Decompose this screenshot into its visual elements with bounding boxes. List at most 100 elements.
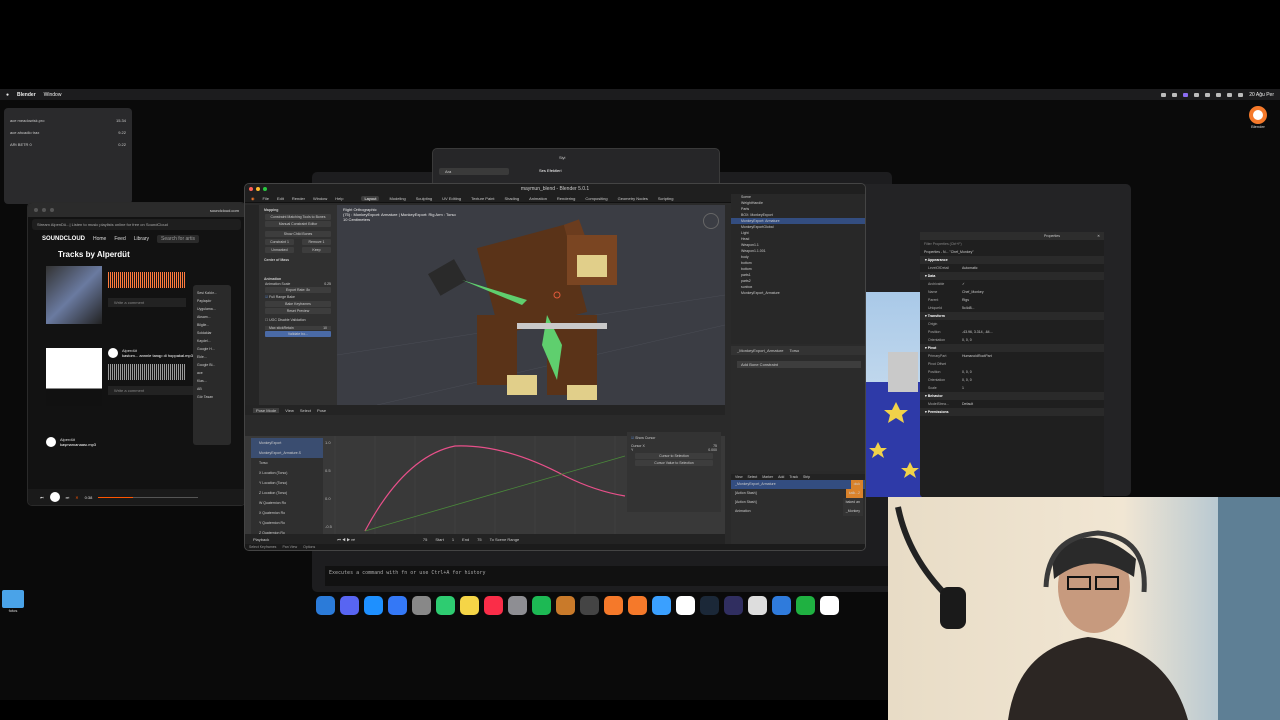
chrome-icon[interactable]	[820, 595, 839, 615]
nla-menu-item[interactable]: Track	[789, 475, 798, 479]
nla-menu-item[interactable]: Select	[748, 475, 758, 479]
previous-icon[interactable]: ⏮	[40, 495, 44, 500]
minimize-button[interactable]	[256, 187, 260, 191]
track-title[interactable]: kaşmanıanaası.mp3	[60, 442, 96, 447]
game-viewport[interactable]	[866, 292, 922, 497]
status-icon[interactable]	[1194, 92, 1200, 97]
add-bone-constraint-button[interactable]: Add Bone Constraint	[737, 361, 861, 368]
property-row[interactable]: Pivot Offset	[920, 360, 1104, 368]
nla-track[interactable]: Animation _Monkey	[731, 507, 865, 516]
address-bar[interactable]: Stream AlpenDü...| Listen to music playl…	[32, 219, 241, 230]
property-value[interactable]: 1	[962, 386, 964, 390]
property-row[interactable]: Origin	[920, 320, 1104, 328]
notes-icon[interactable]	[460, 595, 479, 615]
menu-view[interactable]: View	[285, 408, 294, 413]
tool-icon[interactable]	[556, 595, 575, 615]
property-value[interactable]: 0, 0, 0	[962, 338, 972, 342]
full-range-checkbox[interactable]: ☑ Full Range Bake	[261, 294, 335, 300]
zoom-button[interactable]	[50, 208, 54, 212]
blender-icon[interactable]	[628, 595, 647, 615]
tab-workspace[interactable]: Geometry Nodes	[618, 196, 648, 201]
property-row[interactable]: UniqueId 5c4d8...	[920, 304, 1104, 312]
menubar-app-name[interactable]: Blender	[17, 92, 36, 98]
menu-edit[interactable]: Edit	[277, 196, 284, 201]
nla-menu-item[interactable]: Strip	[803, 475, 810, 479]
reset-button[interactable]: Reset Preview	[265, 308, 331, 314]
blender-icon[interactable]	[604, 595, 623, 615]
context-menu-item[interactable]: Google Bi...	[197, 361, 227, 369]
property-value[interactable]: HumanoidRootPart	[962, 354, 992, 358]
list-item[interactable]: ace meadowisk.pro 15.34	[10, 114, 126, 126]
validate-button[interactable]: Validate bo...	[265, 331, 331, 337]
minimize-button[interactable]	[42, 208, 46, 212]
play-button[interactable]	[108, 348, 118, 358]
property-value[interactable]: ✓	[962, 282, 965, 286]
property-row[interactable]: Archivable ✓	[920, 280, 1104, 288]
property-section-header[interactable]: ▾ Permissions	[920, 408, 1104, 416]
nla-menu-item[interactable]: Add	[778, 475, 784, 479]
tab-workspace[interactable]: Texture Paint	[471, 196, 494, 201]
cursor-y-field[interactable]: Y 0.000	[631, 448, 717, 452]
section-header[interactable]: Center of Mass	[261, 254, 335, 263]
blender-logo-icon[interactable]: ◉	[251, 196, 255, 201]
status-icon[interactable]	[1205, 92, 1211, 97]
roblox-studio-icon[interactable]	[772, 595, 791, 615]
tab-workspace[interactable]: Rendering	[557, 196, 575, 201]
nla-strip[interactable]: kalk...2	[845, 489, 863, 498]
context-menu-item[interactable]: Google H...	[197, 345, 227, 353]
tab-workspace[interactable]: UV Editing	[442, 196, 461, 201]
play-button[interactable]	[49, 492, 60, 502]
context-menu-item[interactable]: ace	[197, 369, 227, 377]
track-waveform[interactable]	[108, 272, 186, 288]
show-child-bones-button[interactable]: Show Child Bones	[265, 231, 331, 237]
numbers-icon[interactable]	[796, 595, 815, 615]
outliner-item[interactable]: MonkeyExport_Armature	[731, 290, 865, 296]
track-cover[interactable]	[46, 266, 102, 324]
property-value[interactable]: 5c4d8...	[962, 306, 974, 310]
current-frame[interactable]: 75	[423, 537, 427, 542]
context-menu-item[interactable]: Kaydel...	[197, 337, 227, 345]
sidebar-tabs[interactable]	[245, 205, 259, 405]
shuffle-icon[interactable]: ✕	[75, 495, 78, 500]
constraint-toggle[interactable]: Constraint 1	[265, 239, 294, 245]
start-frame[interactable]: 1	[452, 537, 454, 542]
property-row[interactable]: ModelStrea... Default	[920, 400, 1104, 408]
context-menu-item[interactable]: Gör Tasarı	[197, 393, 227, 401]
property-value[interactable]: Default	[962, 402, 973, 406]
nav-home[interactable]: Home	[93, 236, 106, 242]
activity-icon[interactable]	[580, 595, 599, 615]
nla-menu-item[interactable]: Marker	[762, 475, 773, 479]
launchpad-icon[interactable]	[412, 595, 431, 615]
cursor-to-selection-button[interactable]: Cursor to Selection	[635, 453, 713, 459]
property-value[interactable]: 0, 0, 0	[962, 378, 972, 382]
tab-workspace[interactable]: Layout	[361, 195, 380, 201]
nla-menu-item[interactable]: View	[735, 475, 743, 479]
property-value[interactable]: Rigs	[962, 298, 969, 302]
nla-strip[interactable]: _Monkey	[842, 507, 863, 516]
properties-object[interactable]: _MonkeyExport_Armature	[737, 348, 783, 353]
property-row[interactable]: Position -43.96, 3.314, -64...	[920, 328, 1104, 336]
context-menu-item[interactable]: Uygulama...	[197, 305, 227, 313]
tab-workspace[interactable]: Sculpting	[416, 196, 432, 201]
property-row[interactable]: Position 0, 0, 0	[920, 368, 1104, 376]
search-input[interactable]: Ara	[439, 168, 509, 175]
channel-item[interactable]: Z Location (Torso)	[251, 488, 323, 498]
tab-workspace[interactable]: Scripting	[658, 196, 674, 201]
menu-help[interactable]: Help	[335, 196, 343, 201]
show-cursor-checkbox[interactable]: ☑ Show Cursor	[631, 436, 717, 440]
zoom-button[interactable]	[263, 187, 267, 191]
menubar-clock[interactable]: 20 Ağu Per	[1249, 92, 1274, 98]
channel-item[interactable]: Y Location (Torso)	[251, 478, 323, 488]
channel-item[interactable]: W Quaternion Ro	[251, 498, 323, 508]
nla-strip[interactable]: oluk	[850, 480, 863, 489]
animation-scale-field[interactable]: Animation Scale 0.25	[261, 282, 335, 286]
context-menu-item[interactable]: Aksam...	[197, 313, 227, 321]
status-icon[interactable]	[1172, 92, 1178, 97]
context-menu-item[interactable]: Paylaşılır	[197, 297, 227, 305]
arc-icon[interactable]	[676, 595, 695, 615]
play-controls[interactable]: ⏮ ◀ ▶ ⏭	[337, 537, 355, 542]
spotify-icon[interactable]	[532, 595, 551, 615]
menu-select[interactable]: Select	[300, 408, 311, 413]
keep-button[interactable]: Keep	[302, 247, 331, 253]
tab-workspace[interactable]: Compositing	[585, 196, 607, 201]
